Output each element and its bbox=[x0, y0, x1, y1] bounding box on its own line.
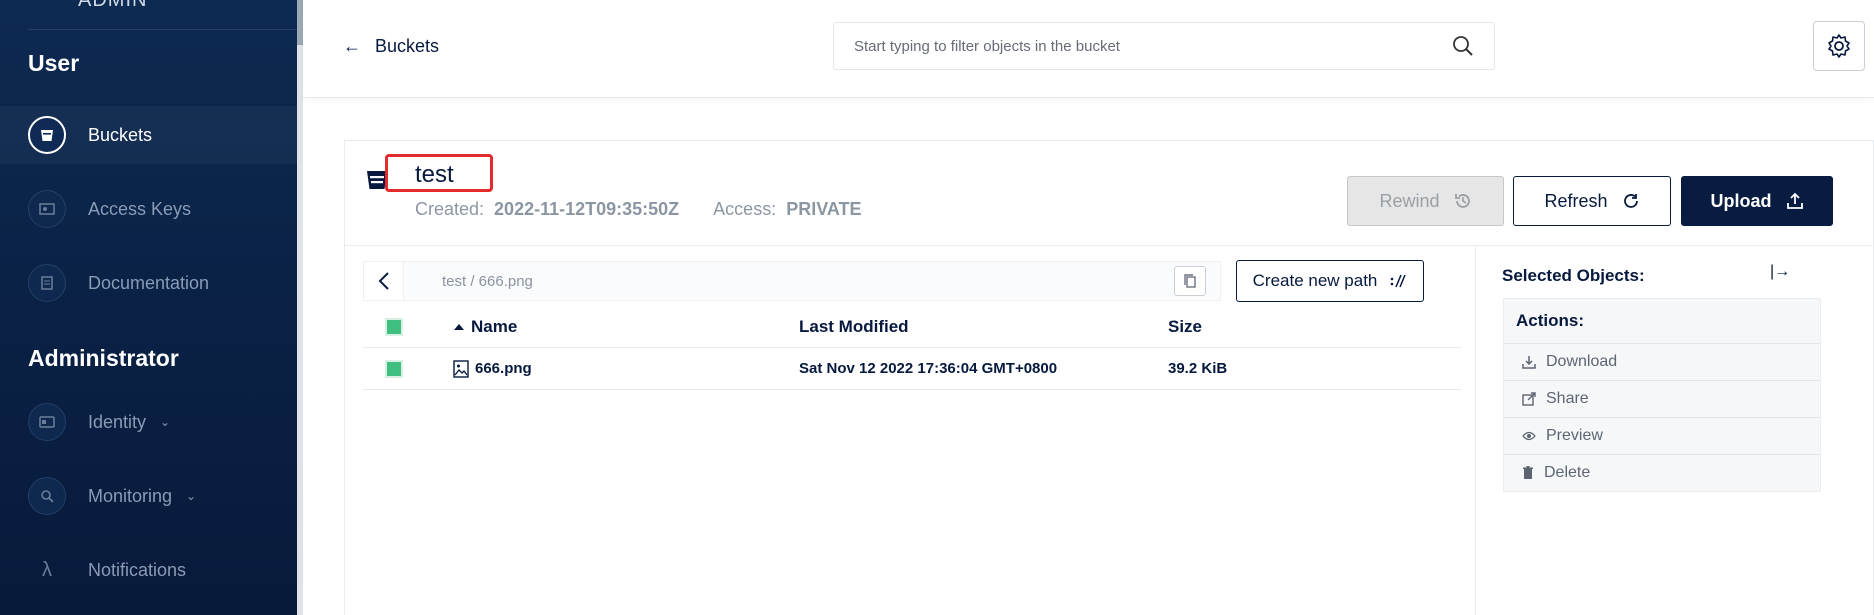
object-filter-search[interactable] bbox=[833, 22, 1495, 70]
admin-section-title: Administrator bbox=[28, 345, 179, 371]
refresh-button[interactable]: Refresh bbox=[1513, 176, 1671, 226]
table-row[interactable]: 666.png Sat Nov 12 2022 17:36:04 GMT+080… bbox=[363, 348, 1461, 390]
back-to-buckets-link[interactable]: ← Buckets bbox=[343, 36, 439, 57]
collapse-panel-icon[interactable]: |→ bbox=[1770, 263, 1790, 281]
sidebar-item-label: Buckets bbox=[88, 124, 153, 145]
delete-label: Delete bbox=[1544, 464, 1591, 481]
bucket-detail-card: test Created: 2022-11-12T09:35:50Z Acces… bbox=[344, 140, 1874, 615]
rewind-label: Rewind bbox=[1379, 190, 1440, 211]
download-icon bbox=[1522, 356, 1536, 369]
rewind-button[interactable]: Rewind bbox=[1347, 176, 1504, 226]
create-path-label: Create new path bbox=[1252, 271, 1378, 290]
chevron-down-icon[interactable]: ⌄ bbox=[160, 415, 170, 429]
sidebar-item-access-keys[interactable]: Access Keys bbox=[0, 180, 300, 238]
sidebar-item-label: Monitoring bbox=[88, 485, 173, 506]
row-checkbox[interactable] bbox=[385, 359, 403, 378]
top-header: ← Buckets bbox=[303, 0, 1874, 98]
download-action[interactable]: Download bbox=[1504, 343, 1820, 380]
user-section-title: User bbox=[28, 50, 80, 76]
magnifier-icon bbox=[28, 477, 66, 515]
bucket-icon bbox=[28, 116, 66, 154]
copy-icon bbox=[1184, 274, 1196, 288]
annotation-highlight-box bbox=[385, 154, 493, 192]
file-name: 666.png bbox=[475, 360, 532, 377]
document-icon bbox=[28, 264, 66, 302]
delete-action[interactable]: Delete bbox=[1504, 454, 1820, 491]
sidebar-item-monitoring[interactable]: Monitoring ⌄ bbox=[0, 467, 300, 525]
sidebar-item-documentation[interactable]: Documentation bbox=[0, 254, 300, 312]
modified-column-header[interactable]: Last Modified bbox=[799, 317, 909, 337]
share-icon bbox=[1522, 392, 1536, 406]
table-header-row: Name Last Modified Size bbox=[363, 306, 1461, 348]
settings-button[interactable] bbox=[1813, 21, 1865, 71]
sort-ascending-icon bbox=[454, 323, 464, 330]
upload-icon bbox=[1786, 192, 1803, 209]
sidebar-item-label: Notifications bbox=[88, 559, 187, 580]
selected-objects-title: Selected Objects: bbox=[1502, 266, 1645, 285]
share-action[interactable]: Share bbox=[1504, 380, 1820, 417]
sidebar-item-label: Identity bbox=[88, 411, 147, 432]
sidebar-item-notifications[interactable]: λ Notifications bbox=[0, 541, 300, 599]
refresh-icon bbox=[1623, 194, 1638, 208]
last-modified-cell: Sat Nov 12 2022 17:36:04 GMT+0800 bbox=[799, 360, 1058, 377]
breadcrumb: test / 666.png bbox=[363, 261, 1221, 301]
actions-title: Actions: bbox=[1516, 311, 1584, 330]
preview-label: Preview bbox=[1546, 427, 1603, 444]
gear-icon bbox=[1828, 34, 1850, 58]
objects-table: Name Last Modified Size 666.png Sat Nov … bbox=[363, 306, 1461, 390]
select-all-checkbox[interactable] bbox=[385, 317, 403, 336]
sidebar-item-identity[interactable]: Identity ⌄ bbox=[0, 393, 300, 451]
brand-logo: ADMIN bbox=[28, 0, 300, 30]
lambda-icon: λ bbox=[42, 558, 52, 581]
bucket-meta: Created: 2022-11-12T09:35:50Z Access: PR… bbox=[415, 199, 862, 220]
sidebar: ADMIN User Buckets Access Keys Documenta… bbox=[0, 0, 300, 615]
access-label: Access: bbox=[713, 199, 777, 219]
sidebar-item-buckets[interactable]: Buckets bbox=[0, 106, 300, 164]
new-path-icon bbox=[1391, 274, 1407, 288]
key-card-icon bbox=[28, 190, 66, 228]
sidebar-item-label: Documentation bbox=[88, 272, 210, 293]
created-value: 2022-11-12T09:35:50Z bbox=[494, 199, 680, 219]
breadcrumb-path[interactable]: test / 666.png bbox=[442, 273, 533, 290]
preview-action[interactable]: Preview bbox=[1504, 417, 1820, 454]
chevron-down-icon[interactable]: ⌄ bbox=[186, 489, 196, 503]
breadcrumb-back-button[interactable] bbox=[364, 262, 404, 300]
eye-icon bbox=[1522, 431, 1536, 441]
back-arrow-icon: ← bbox=[343, 36, 361, 56]
copy-path-button[interactable] bbox=[1174, 266, 1206, 296]
share-label: Share bbox=[1546, 390, 1589, 407]
id-card-icon bbox=[28, 403, 66, 441]
search-icon[interactable] bbox=[1452, 35, 1474, 57]
trash-icon bbox=[1523, 466, 1533, 479]
actions-panel: Actions: Download Share Preview Delete bbox=[1503, 298, 1821, 492]
file-name-cell[interactable]: 666.png bbox=[453, 359, 532, 378]
create-new-path-button[interactable]: Create new path bbox=[1236, 260, 1424, 302]
name-header-label: Name bbox=[471, 316, 518, 336]
created-label: Created: bbox=[415, 199, 485, 219]
access-value: PRIVATE bbox=[786, 199, 862, 219]
header-divider bbox=[345, 245, 1874, 246]
back-link-label: Buckets bbox=[375, 36, 440, 56]
chevron-left-icon bbox=[378, 272, 389, 290]
upload-label: Upload bbox=[1710, 190, 1772, 211]
panel-divider bbox=[1475, 246, 1476, 615]
name-column-header[interactable]: Name bbox=[453, 317, 517, 337]
search-input[interactable] bbox=[854, 37, 1452, 55]
history-icon bbox=[1454, 194, 1470, 208]
refresh-label: Refresh bbox=[1544, 190, 1608, 211]
image-file-icon bbox=[453, 359, 469, 378]
sidebar-item-label: Access Keys bbox=[88, 198, 192, 219]
size-column-header[interactable]: Size bbox=[1168, 317, 1202, 337]
upload-button[interactable]: Upload bbox=[1681, 176, 1833, 226]
download-label: Download bbox=[1546, 353, 1618, 370]
size-cell: 39.2 KiB bbox=[1168, 360, 1228, 377]
